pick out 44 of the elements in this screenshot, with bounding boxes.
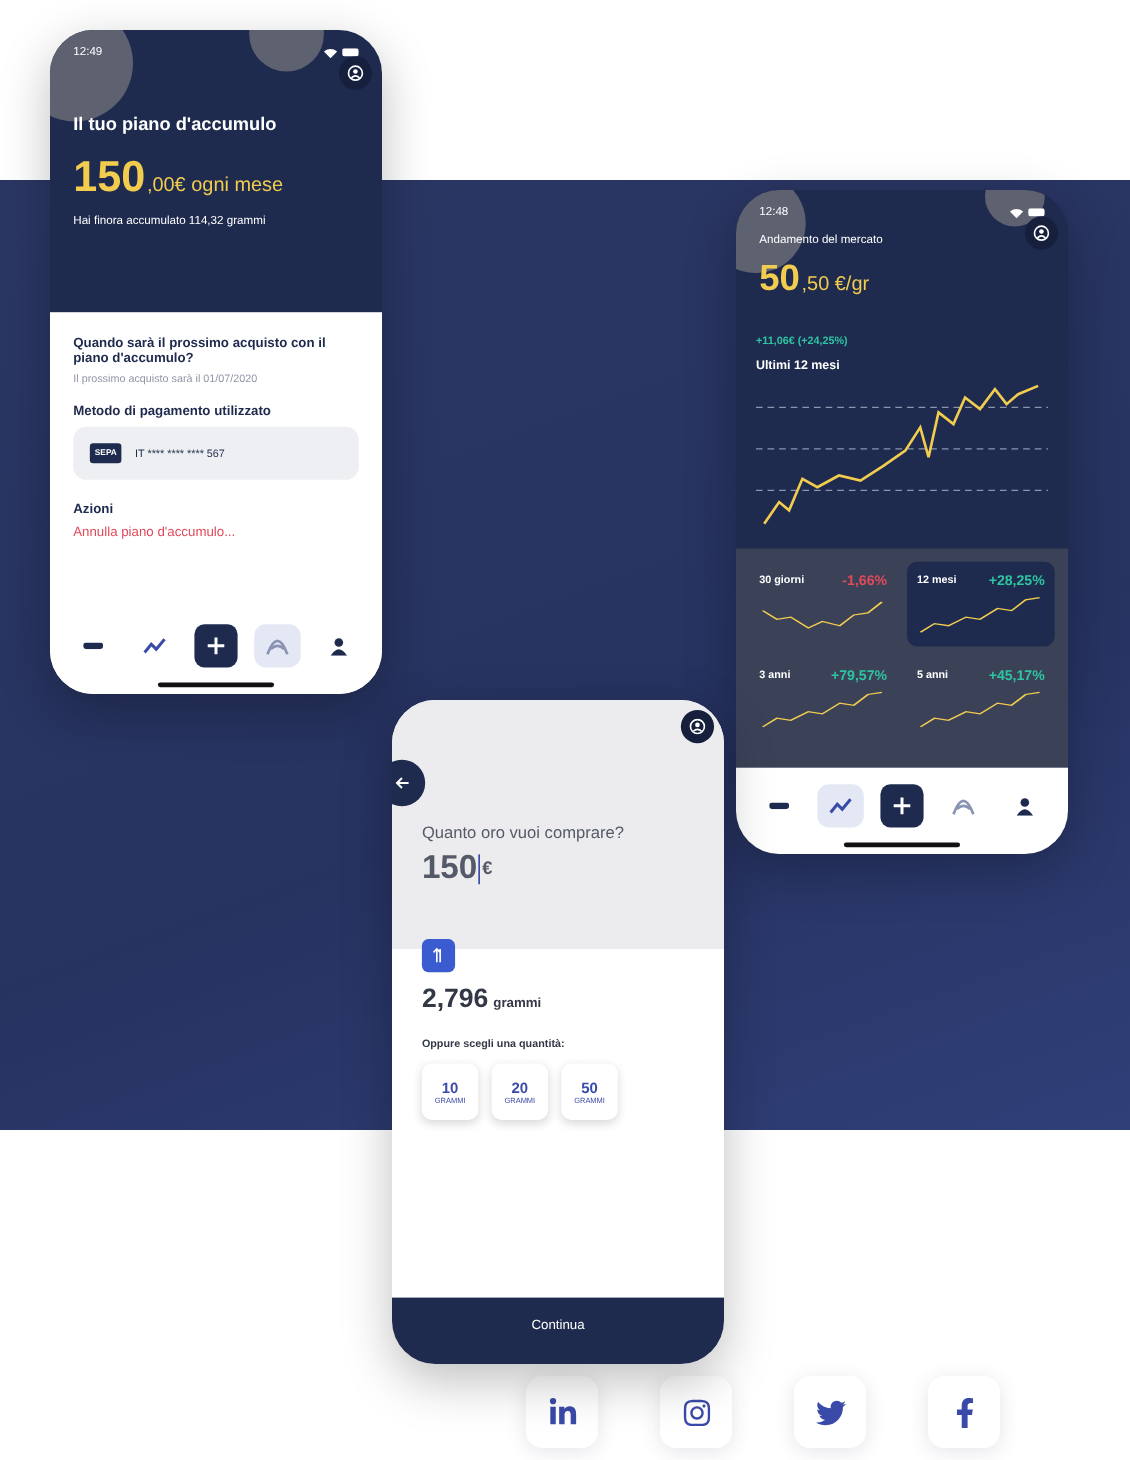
- plan-amount: 150: [73, 151, 146, 203]
- peak-logo-icon: [951, 796, 975, 815]
- trend-line: [916, 688, 1044, 732]
- linkedin-icon: [547, 1397, 577, 1427]
- home-indicator: [157, 682, 275, 688]
- trend-line: [916, 593, 1044, 637]
- wifi-icon: [1009, 207, 1024, 218]
- profile-button[interactable]: [1024, 216, 1059, 250]
- currency-symbol: €: [482, 858, 493, 879]
- back-arrow-icon: [394, 776, 410, 790]
- grams-value: 2,796: [421, 985, 489, 1016]
- screen-title: Il tuo piano d'accumulo: [73, 114, 279, 135]
- home-indicator: [843, 842, 961, 848]
- back-button[interactable]: [392, 759, 426, 807]
- user-circle-icon: [689, 718, 706, 735]
- nav-tab[interactable]: [817, 784, 865, 828]
- user-icon: [329, 636, 347, 655]
- social-link[interactable]: [928, 1376, 1000, 1448]
- wifi-icon: [323, 47, 338, 58]
- social-link[interactable]: [526, 1376, 598, 1448]
- swap-arrows-icon: [431, 947, 446, 964]
- social-link[interactable]: [660, 1376, 732, 1448]
- price-value: 50: [759, 256, 800, 300]
- question-text: Quanto oro vuoi comprare?: [421, 824, 624, 843]
- battery-icon: [1028, 207, 1045, 216]
- user-circle-icon: [1033, 224, 1050, 242]
- zigzag-line-icon: [829, 797, 853, 815]
- instagram-icon: [681, 1397, 711, 1427]
- amount-period: ,00€ ogni mese: [146, 172, 284, 196]
- user-icon: [1015, 796, 1033, 815]
- profile-button[interactable]: [338, 56, 373, 90]
- profile-button[interactable]: [680, 709, 715, 744]
- trend-line: [759, 688, 886, 732]
- twitter-icon: [815, 1397, 845, 1427]
- user-circle-icon: [347, 64, 364, 82]
- dash-icon: [769, 802, 790, 810]
- zigzag-line-icon: [143, 637, 167, 655]
- peak-logo-icon: [265, 636, 289, 655]
- battery-icon: [342, 47, 359, 56]
- dash-icon: [83, 642, 104, 650]
- amount-value: 150: [421, 849, 478, 888]
- price-unit: ,50 €/gr: [801, 271, 870, 295]
- social-link[interactable]: [794, 1376, 866, 1448]
- swap-button[interactable]: [421, 939, 456, 973]
